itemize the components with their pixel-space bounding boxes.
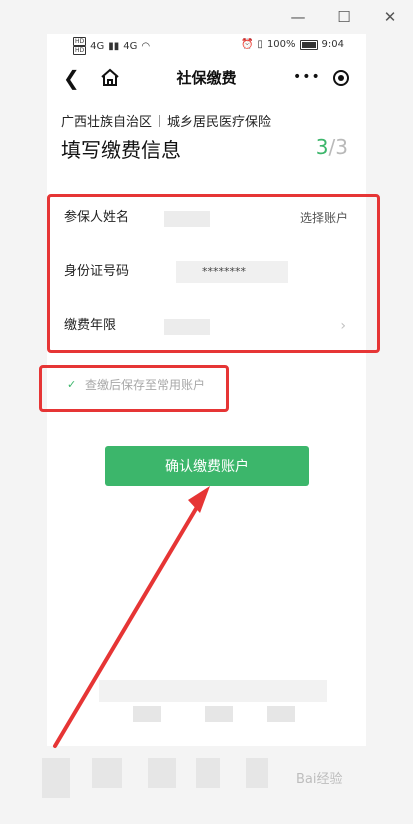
step-current: 3 <box>315 135 329 159</box>
more-icon[interactable]: ••• <box>293 69 321 85</box>
breadcrumb: 广西壮族自治区 城乡居民医疗保险 <box>61 111 271 130</box>
save-account-checkbox[interactable]: ✓ 查缴后保存至常用账户 <box>67 376 205 393</box>
close-icon[interactable]: ✕ <box>367 0 413 34</box>
nav-bar: ❮ 社保缴费 ••• <box>47 58 366 96</box>
miniprogram-target-icon[interactable] <box>333 70 349 86</box>
blurred-block <box>246 758 268 788</box>
signal-icon: ▮▮ <box>108 40 120 52</box>
blurred-block <box>205 706 233 722</box>
step-indicator: 3/3 <box>316 135 348 159</box>
name-value-redacted <box>164 211 210 227</box>
blurred-bottom-nav <box>0 750 413 824</box>
blurred-footer-text <box>99 680 327 702</box>
alarm-icon: ⏰ <box>240 39 254 50</box>
name-label: 参保人姓名 <box>64 210 130 225</box>
select-account-link[interactable]: 选择账户 <box>300 191 348 245</box>
window-controls: — ☐ ✕ <box>275 0 413 34</box>
status-bar: HD HD 4G ▮▮ 4G ◠ ⏰ ▯ 100% 9:04 <box>47 34 366 58</box>
checkmark-icon[interactable]: ✓ <box>67 378 79 391</box>
hd-icon: HD HD <box>73 37 87 55</box>
battery-percent: 100% <box>266 39 296 50</box>
breadcrumb-insurance: 城乡居民医疗保险 <box>167 115 272 130</box>
breadcrumb-region: 广西壮族自治区 <box>61 115 153 130</box>
blurred-block <box>92 758 122 788</box>
id-masked-value: ******** <box>202 265 246 278</box>
breadcrumb-divider <box>159 114 161 127</box>
status-left: HD HD 4G ▮▮ 4G ◠ <box>73 37 150 55</box>
blurred-block <box>267 706 295 722</box>
status-time: 9:04 <box>321 39 344 50</box>
years-value-redacted <box>164 319 210 335</box>
minimize-icon[interactable]: — <box>275 0 321 34</box>
blurred-block <box>42 758 70 798</box>
status-right: ⏰ ▯ 100% 9:04 <box>241 39 344 50</box>
watermark-text: Bai经验 <box>296 772 343 787</box>
maximize-icon[interactable]: ☐ <box>321 0 367 34</box>
blurred-block <box>133 706 161 722</box>
phone-screen: HD HD 4G ▮▮ 4G ◠ ⏰ ▯ 100% 9:04 ❮ 社保缴费 •••… <box>47 34 366 746</box>
confirm-account-button[interactable]: 确认缴费账户 <box>105 446 309 486</box>
blurred-block <box>196 758 220 788</box>
signal-label-2: 4G <box>123 40 138 52</box>
form-row-years[interactable]: 缴费年限 › <box>64 299 366 353</box>
signal-label: 4G <box>90 40 105 52</box>
step-total: 3 <box>335 135 348 159</box>
form-row-id: 身份证号码 ******** <box>64 245 366 299</box>
years-label: 缴费年限 <box>64 318 117 333</box>
battery-icon <box>299 39 318 50</box>
form-row-name: 参保人姓名 选择账户 <box>64 191 366 245</box>
wifi-icon: ◠ <box>141 40 151 52</box>
chevron-right-icon[interactable]: › <box>340 299 346 353</box>
blurred-block <box>148 758 176 788</box>
page-title: 填写缴费信息 <box>61 138 181 162</box>
save-account-label: 查缴后保存至常用账户 <box>85 378 206 392</box>
id-label: 身份证号码 <box>64 264 130 279</box>
vibrate-icon: ▯ <box>257 39 263 50</box>
